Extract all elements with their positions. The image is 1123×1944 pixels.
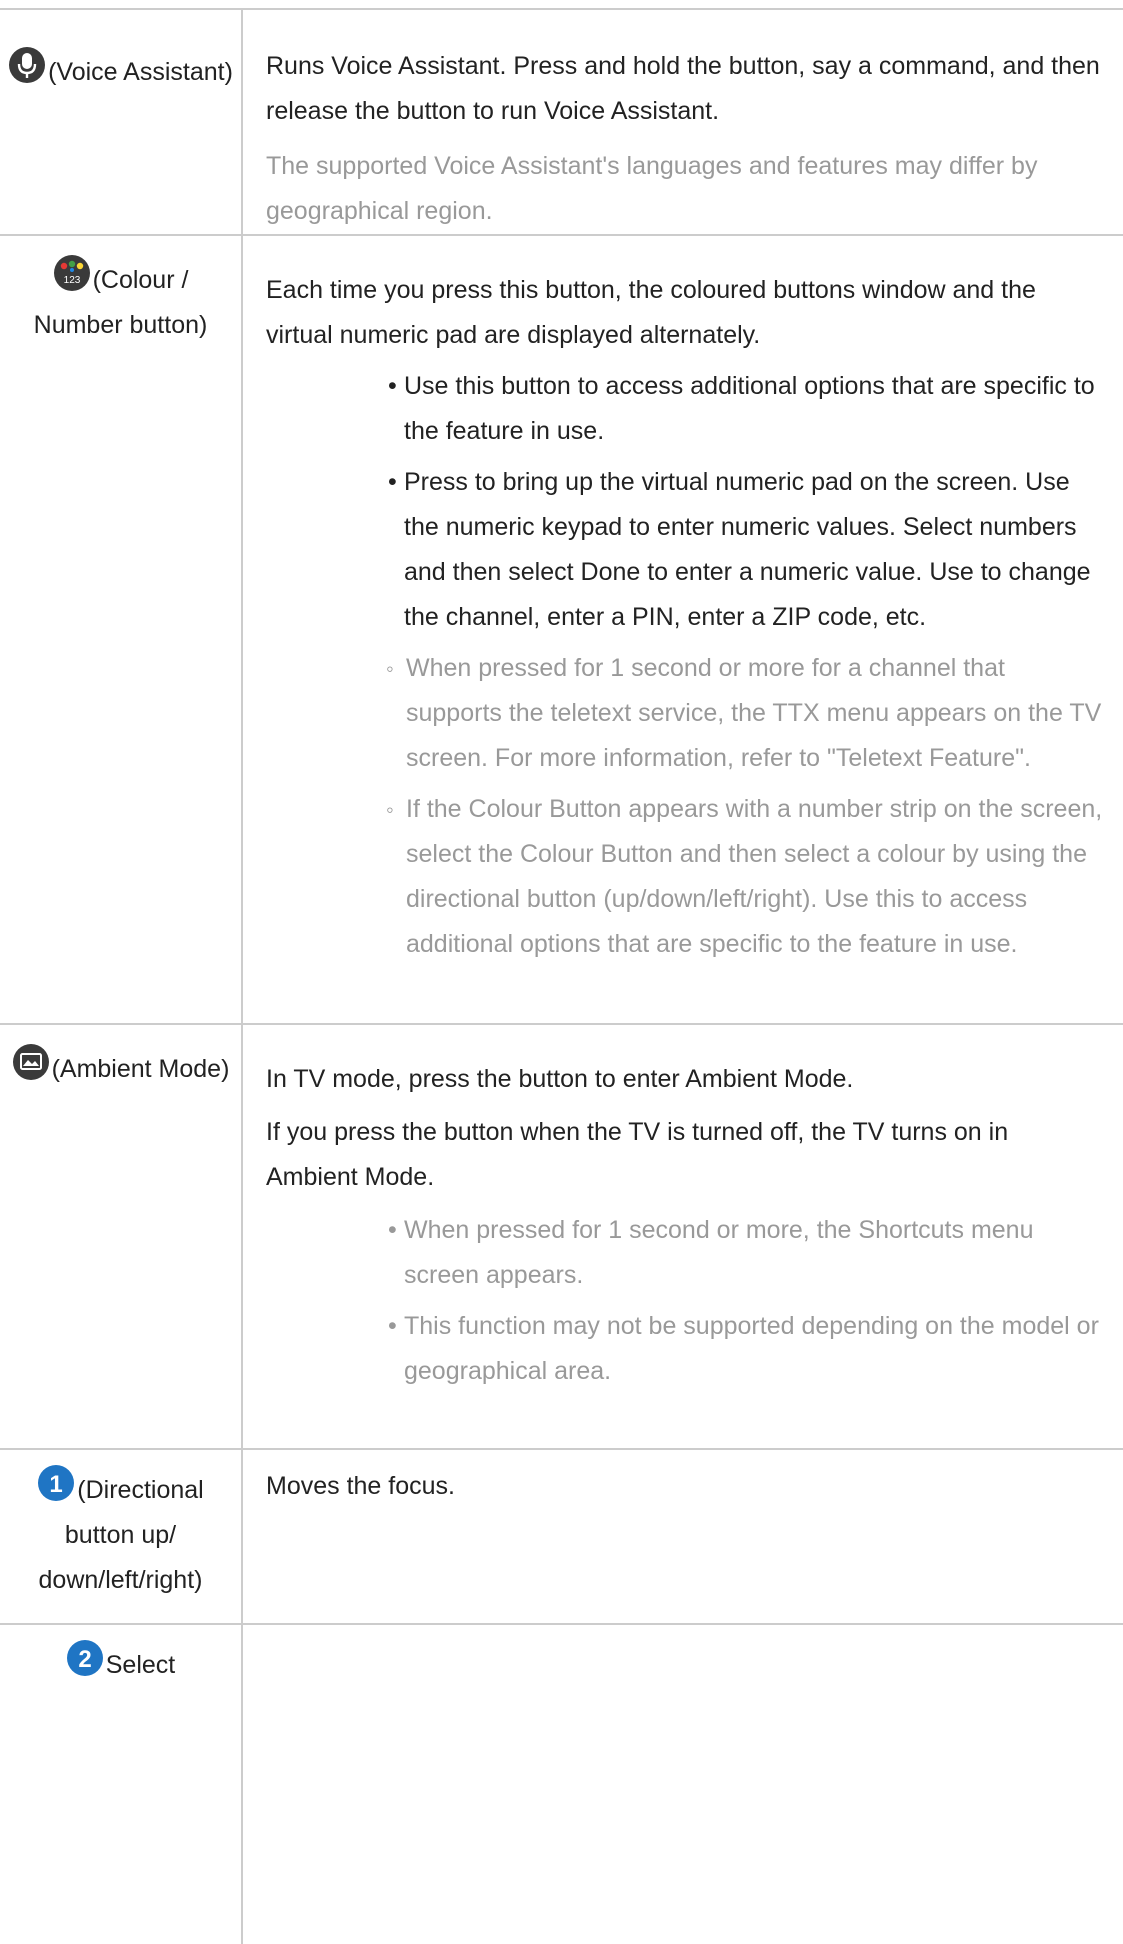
description-text: Runs Voice Assistant. Press and hold the…: [266, 52, 1100, 125]
description-cell: Each time you press this button, the col…: [242, 234, 1123, 1024]
list-item: If the Colour Button appears with a numb…: [386, 787, 1103, 967]
description-text: In TV mode, press the button to enter Am…: [266, 1065, 854, 1093]
description-cell: In TV mode, press the button to enter Am…: [242, 1023, 1123, 1449]
remote-buttons-table: (Voice Assistant) Runs Voice Assistant. …: [0, 8, 1123, 1944]
key-cell: 1 (Directional button up/ down/left/righ…: [0, 1448, 243, 1624]
table-row: 2 Select: [0, 1623, 1123, 1944]
note-text: The supported Voice Assistant's language…: [266, 152, 1038, 225]
key-cell: 2 Select: [0, 1623, 243, 1944]
key-cell: (Voice Assistant): [0, 8, 243, 235]
list-item: Press to bring up the virtual numeric pa…: [388, 460, 1103, 640]
list-item: When pressed for 1 second or more for a …: [386, 646, 1103, 781]
list-item: This function may not be supported depen…: [388, 1304, 1103, 1394]
microphone-icon: [8, 46, 46, 84]
icon-text: 123: [63, 275, 80, 286]
key-label: Select: [105, 1651, 176, 1679]
description-text: Moves the focus.: [266, 1472, 455, 1500]
key-cell: 123 (Colour / Number button): [0, 234, 243, 1024]
icon-text: 1: [50, 1471, 63, 1498]
colour-number-icon: 123: [53, 254, 91, 292]
table-row: (Ambient Mode) In TV mode, press the but…: [0, 1023, 1123, 1449]
sub-bullet-list: When pressed for 1 second or more for a …: [266, 646, 1103, 967]
description-cell: [242, 1623, 1123, 1944]
number-1-icon: 1: [37, 1464, 75, 1502]
key-label: (Ambient Mode): [51, 1055, 230, 1083]
key-cell: (Ambient Mode): [0, 1023, 243, 1449]
description-cell: Moves the focus.: [242, 1448, 1123, 1624]
ambient-mode-icon: [12, 1043, 50, 1081]
description-text: Each time you press this button, the col…: [266, 276, 1036, 349]
table-row: (Voice Assistant) Runs Voice Assistant. …: [0, 8, 1123, 235]
note-bullet-list: When pressed for 1 second or more, the S…: [266, 1208, 1103, 1394]
number-2-icon: 2: [66, 1639, 104, 1677]
bullet-list: Use this button to access additional opt…: [266, 364, 1103, 640]
list-item: When pressed for 1 second or more, the S…: [388, 1208, 1103, 1298]
list-item: Use this button to access additional opt…: [388, 364, 1103, 454]
icon-text: 2: [78, 1646, 91, 1673]
key-label: (Voice Assistant): [48, 58, 233, 86]
table-row: 1 (Directional button up/ down/left/righ…: [0, 1448, 1123, 1624]
description-cell: Runs Voice Assistant. Press and hold the…: [242, 8, 1123, 235]
table-row: 123 (Colour / Number button) Each time y…: [0, 234, 1123, 1024]
description-text: If you press the button when the TV is t…: [266, 1118, 1009, 1191]
